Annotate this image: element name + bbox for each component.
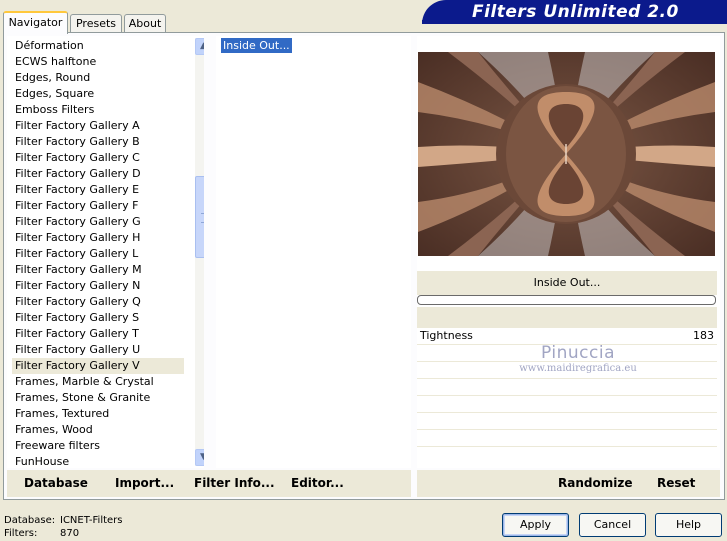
tab-navigator[interactable]: Navigator: [3, 11, 68, 34]
progress-bar: [417, 295, 716, 305]
database-button[interactable]: Database: [24, 476, 88, 490]
category-item[interactable]: Filter Factory Gallery G: [12, 214, 184, 230]
parameter-row-empty: [417, 429, 717, 446]
filter-info-button[interactable]: Filter Info...: [194, 476, 275, 490]
category-item[interactable]: Frames, Stone & Granite: [12, 390, 184, 406]
category-item[interactable]: Edges, Square: [12, 86, 184, 102]
tab-about[interactable]: About: [124, 14, 166, 33]
watermark-url: www.maidiregrafica.eu: [519, 363, 637, 374]
chevron-down-icon: ▼: [200, 452, 204, 462]
category-item[interactable]: Filter Factory Gallery D: [12, 166, 184, 182]
category-item[interactable]: Déformation: [12, 38, 184, 54]
category-item[interactable]: Filter Factory Gallery F: [12, 198, 184, 214]
scroll-down-button[interactable]: ▼: [195, 449, 204, 466]
parameter-row-empty: [417, 395, 717, 412]
category-list-items: Déformation ECWS halftone Edges, Round Edge…: [7, 36, 204, 468]
category-list: Déformation ECWS halftone Edges, Round Edge…: [7, 36, 204, 468]
category-item[interactable]: Filter Factory Gallery E: [12, 182, 184, 198]
category-item[interactable]: Emboss Filters: [12, 102, 184, 118]
chevron-up-icon: ▲: [200, 41, 204, 51]
scroll-up-button[interactable]: ▲: [195, 38, 204, 55]
category-item[interactable]: Frames, Wood: [12, 422, 184, 438]
help-button[interactable]: Help: [655, 513, 722, 537]
filter-list: Inside Out...: [216, 36, 411, 468]
category-item[interactable]: FunHouse: [12, 454, 184, 468]
category-item[interactable]: Frames, Textured: [12, 406, 184, 422]
status-database-value: ICNET-Filters: [60, 515, 123, 526]
preview-actions-bar: Randomize Reset: [417, 470, 720, 497]
category-item[interactable]: Filter Factory Gallery Q: [12, 294, 184, 310]
category-item[interactable]: Filter Factory Gallery M: [12, 262, 184, 278]
category-item[interactable]: ECWS halftone: [12, 54, 184, 70]
editor-button[interactable]: Editor...: [291, 476, 344, 490]
cancel-button[interactable]: Cancel: [579, 513, 646, 537]
apply-button[interactable]: Apply: [502, 513, 569, 537]
preview-artwork: [418, 52, 715, 256]
category-item[interactable]: Filter Factory Gallery N: [12, 278, 184, 294]
category-item[interactable]: Filter Factory Gallery V: [12, 358, 184, 374]
tab-presets[interactable]: Presets: [70, 14, 122, 33]
watermark-name: Pinuccia: [541, 343, 615, 363]
parameter-row-empty: [417, 446, 717, 463]
category-item[interactable]: Filter Factory Gallery L: [12, 246, 184, 262]
parameter-label: Tightness: [420, 329, 473, 342]
category-item[interactable]: Frames, Marble & Crystal: [12, 374, 184, 390]
parameter-row-empty: [417, 378, 717, 395]
filter-item-inside-out[interactable]: Inside Out...: [221, 38, 292, 53]
list-actions-bar: Database Import... Filter Info... Editor…: [7, 470, 411, 497]
category-item[interactable]: Filter Factory Gallery T: [12, 326, 184, 342]
category-item[interactable]: Filter Factory Gallery B: [12, 134, 184, 150]
category-item[interactable]: Filter Factory Gallery H: [12, 230, 184, 246]
category-item[interactable]: Filter Factory Gallery C: [12, 150, 184, 166]
import-button[interactable]: Import...: [115, 476, 174, 490]
category-item[interactable]: Edges, Round: [12, 70, 184, 86]
category-item[interactable]: Filter Factory Gallery S: [12, 310, 184, 326]
status-database: Database: ICNET-Filters: [4, 514, 123, 527]
status-filters-label: Filters:: [4, 528, 38, 539]
parameter-header-strip: [417, 307, 717, 327]
status-filters-count: 870: [60, 528, 80, 539]
category-scrollbar[interactable]: ▲ ▼: [195, 38, 204, 466]
scroll-thumb[interactable]: [195, 176, 204, 258]
category-item[interactable]: Freeware filters: [12, 438, 184, 454]
app-banner: Filters Unlimited 2.0: [422, 0, 727, 24]
randomize-button[interactable]: Randomize: [558, 476, 632, 490]
preview-image: [418, 52, 715, 256]
current-filter-name: Inside Out...: [417, 271, 717, 295]
parameter-row-tightness[interactable]: Tightness 183: [417, 320, 717, 344]
app-title: Filters Unlimited 2.0: [472, 2, 679, 22]
parameter-row-empty: [417, 412, 717, 429]
status-database-label: Database:: [4, 515, 56, 526]
slider-thumb-tightness[interactable]: [625, 320, 641, 328]
reset-button[interactable]: Reset: [657, 476, 695, 490]
category-item[interactable]: Filter Factory Gallery A: [12, 118, 184, 134]
watermark: Pinuccia www.maidiregrafica.eu: [508, 343, 648, 375]
parameter-value: 183: [693, 329, 714, 342]
category-item[interactable]: Filter Factory Gallery U: [12, 342, 184, 358]
status-filters: Filters: 870: [4, 527, 79, 540]
